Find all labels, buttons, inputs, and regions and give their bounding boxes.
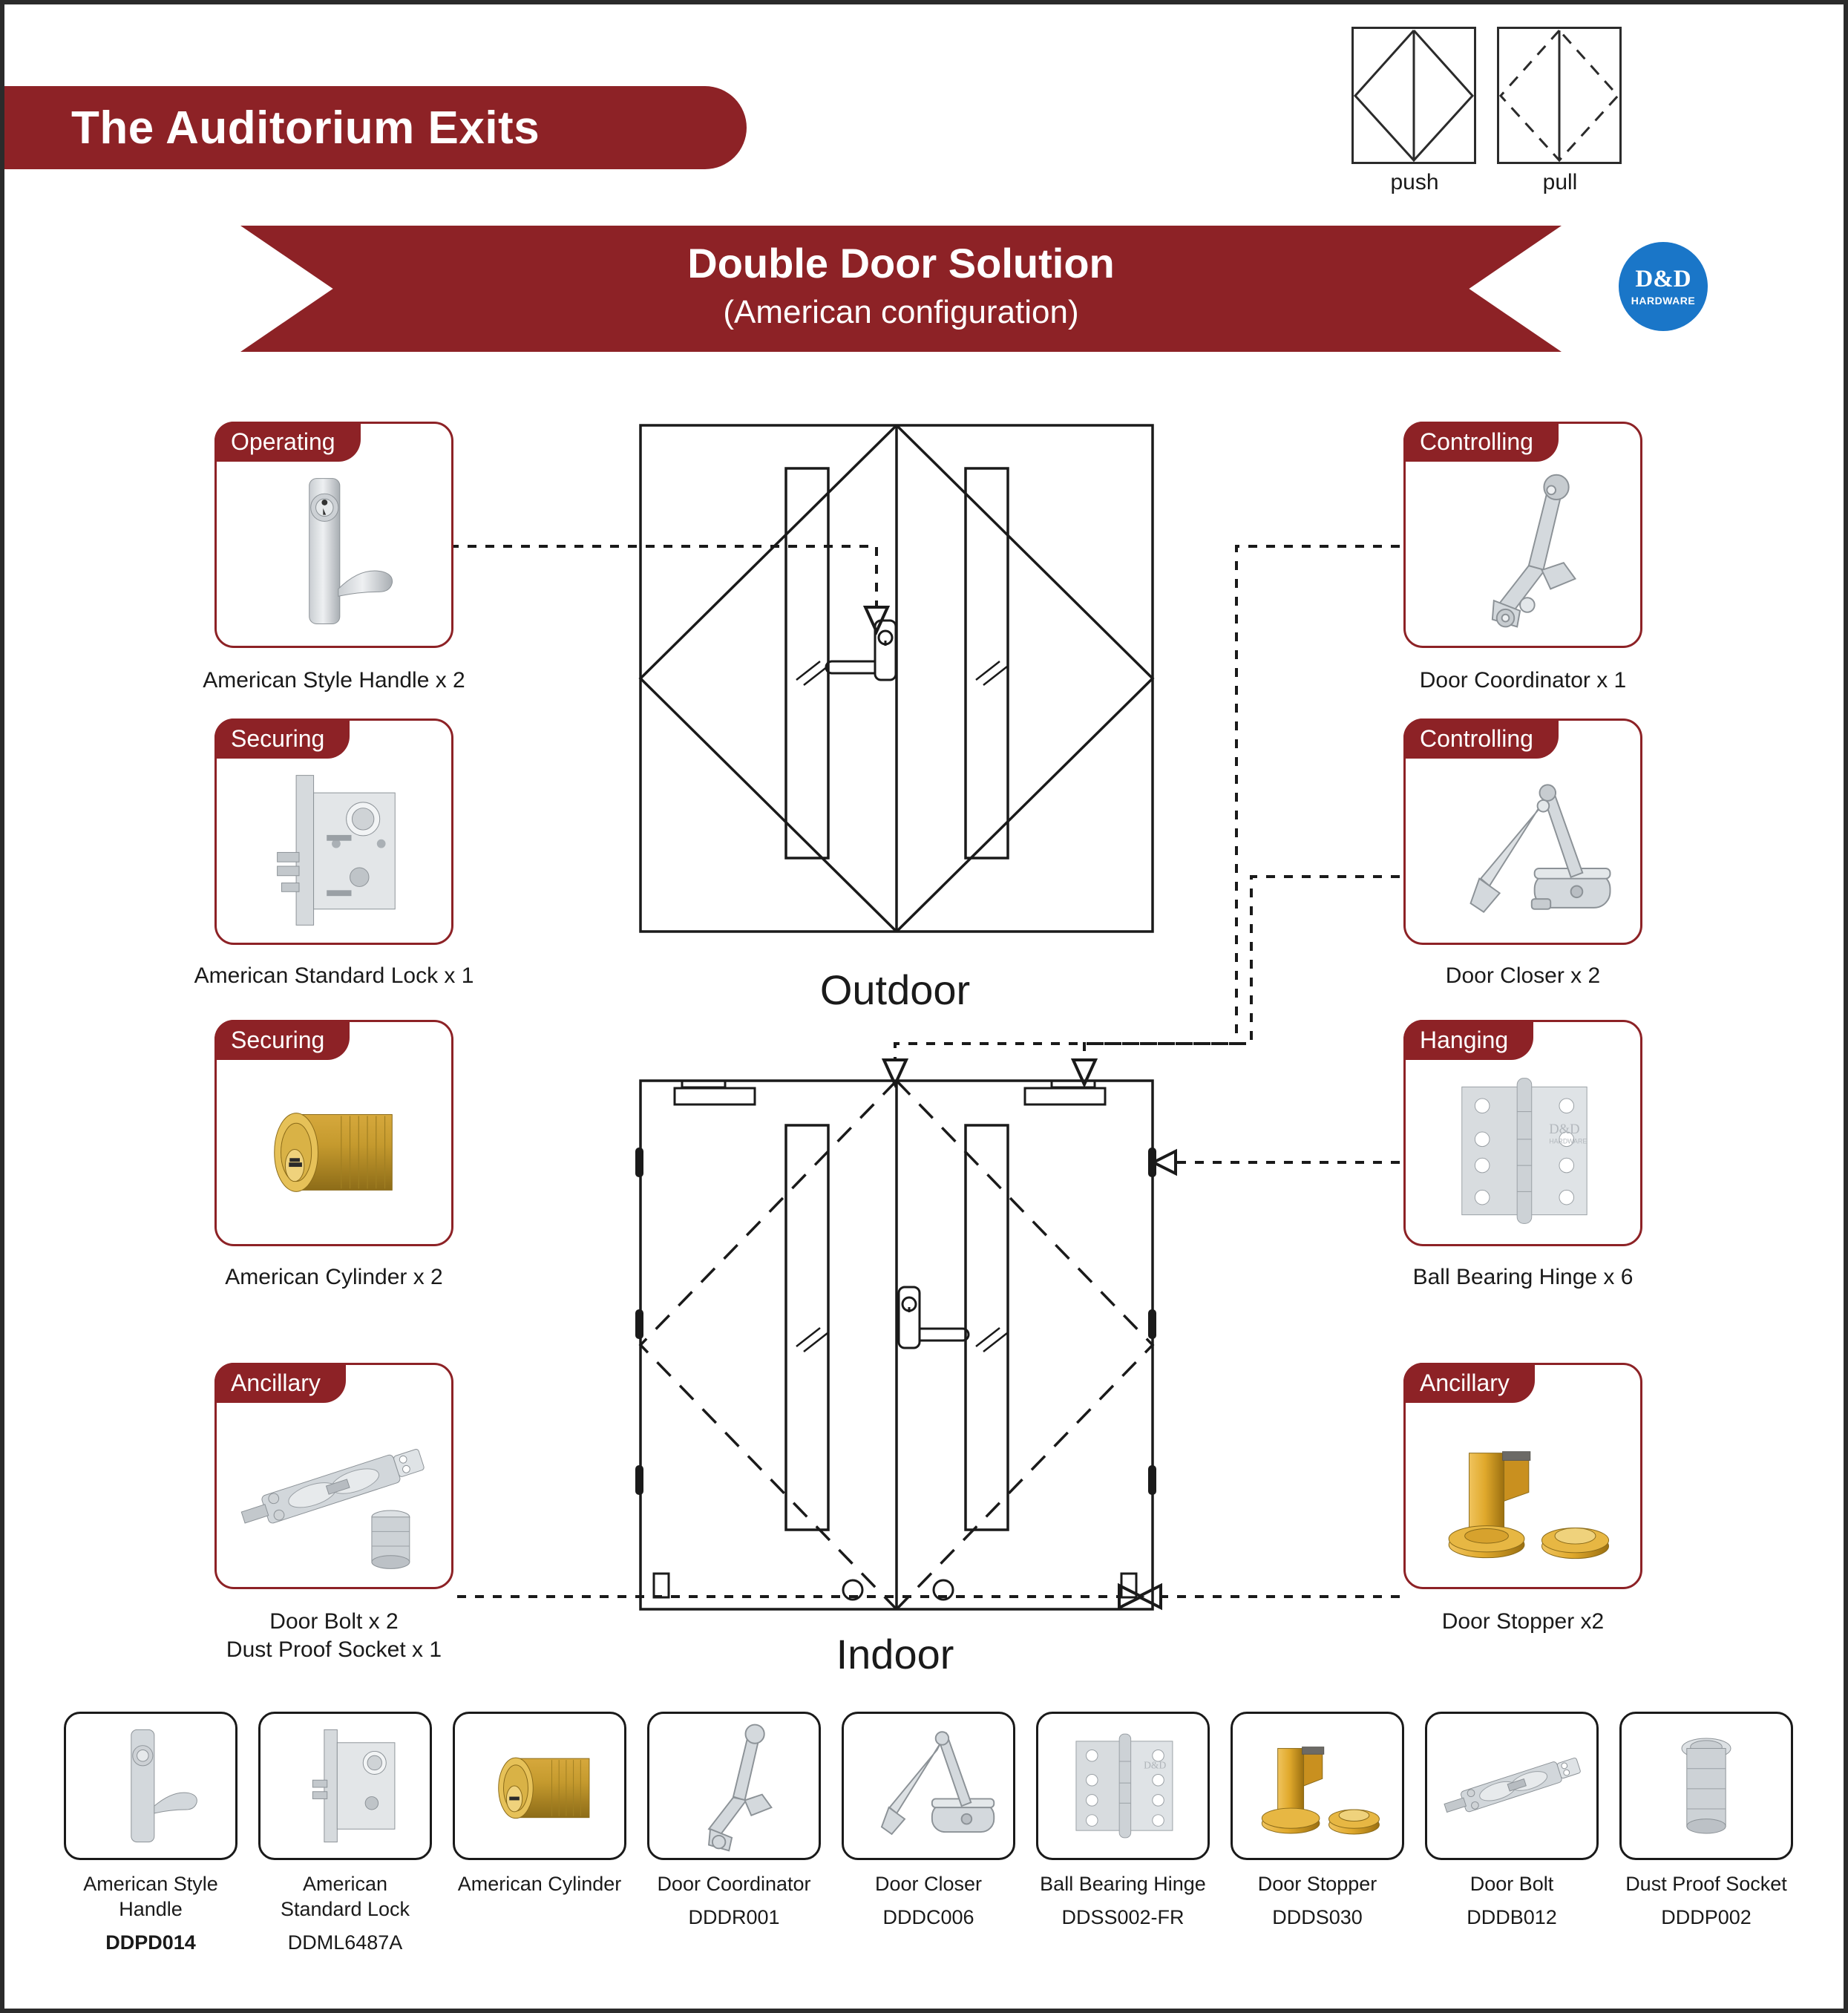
product-name: Door Closer [874,1873,983,1895]
product-thumb [453,1712,626,1860]
product-name: American Style Handle [83,1873,218,1920]
poster-page: The Auditorium Exits push pull Double Do… [0,0,1848,2013]
card-tag: Controlling [1403,422,1559,462]
card-caption: American Cylinder x 2 [225,1265,443,1289]
card-tag: Ancillary [1403,1363,1535,1403]
card-caption: Door Coordinator x 1 [1419,668,1627,693]
product-thumb [647,1712,821,1860]
ball-bearing-hinge-icon: D&D HARDWARE [1406,1064,1640,1238]
product-thumb: D&D [1036,1712,1210,1860]
card-tag: Operating [214,422,361,462]
door-bolt-icon [1444,1757,1581,1813]
card-tag: Ancillary [214,1363,346,1403]
card-door-bolt[interactable]: Ancillary [214,1363,453,1589]
handle-icon [131,1729,197,1843]
card-tag: Securing [214,719,350,759]
product-name: Ball Bearing Hinge [1040,1873,1206,1895]
product-card[interactable]: Door Coordinator DDDR001 [647,1712,821,1929]
card-ball-bearing-hinge[interactable]: Hanging D&D HARDWARE [1403,1020,1642,1246]
product-code: DDDC006 [882,1905,974,1928]
product-code: DDDB012 [1467,1905,1557,1928]
product-thumb [64,1712,237,1860]
dust-proof-socket-icon [1681,1738,1731,1834]
product-code: DDDS030 [1272,1905,1363,1928]
product-name: American Cylinder [457,1873,622,1895]
product-strip: American Style Handle DDPD014 American St… [64,1712,1793,2009]
svg-text:D&D: D&D [1144,1760,1166,1771]
product-code: DDSS002-FR [1061,1905,1185,1928]
product-thumb [842,1712,1015,1860]
card-american-standard-lock[interactable]: Securing [214,719,453,945]
product-card[interactable]: Door Stopper DDDS030 [1231,1712,1404,1929]
indoor-door-diagram [635,1079,1156,1611]
product-name: Door Bolt [1469,1873,1554,1895]
outdoor-label: Outdoor [819,966,971,1013]
ball-bearing-hinge-icon: D&D [1075,1733,1173,1839]
product-card[interactable]: D&D Ball Bearing Hinge DDSS002-FR [1036,1712,1210,1929]
card-american-cylinder[interactable]: Securing [214,1020,453,1246]
product-name: American Standard Lock [280,1873,410,1920]
product-thumb [1231,1712,1404,1860]
product-card[interactable]: Door Closer DDDC006 [842,1712,1015,1929]
product-card[interactable]: American Style Handle DDPD014 [64,1712,237,1954]
mortise-lock-icon [312,1729,396,1843]
product-thumb [258,1712,432,1860]
handle-icon [217,465,451,640]
product-name: Dust Proof Socket [1625,1873,1787,1895]
card-caption-secondary: Dust Proof Socket x 1 [226,1637,442,1662]
product-card[interactable]: American Cylinder [453,1712,626,1906]
product-code: DDDR001 [688,1905,780,1928]
product-code: DDDP002 [1661,1905,1752,1928]
door-stopper-icon [1261,1747,1380,1835]
card-american-style-handle[interactable]: Operating [214,422,453,648]
product-card[interactable]: Dust Proof Socket DDDP002 [1619,1712,1793,1929]
card-caption: American Style Handle x 2 [203,668,465,693]
card-caption: American Standard Lock x 1 [194,963,474,988]
product-card[interactable]: American Standard Lock DDML6487A [258,1712,432,1954]
product-name: Door Stopper [1257,1873,1377,1895]
cylinder-icon [498,1757,590,1819]
svg-text:D&D: D&D [1549,1122,1579,1137]
door-coordinator-icon [707,1724,773,1852]
mortise-lock-icon [217,762,451,937]
door-closer-icon [880,1731,995,1836]
product-card[interactable]: Door Bolt DDDB012 [1425,1712,1599,1929]
svg-text:HARDWARE: HARDWARE [1549,1138,1587,1145]
card-tag: Controlling [1403,719,1559,759]
card-door-closer[interactable]: Controlling [1403,719,1642,945]
card-caption: Door Closer x 2 [1445,963,1601,988]
product-code: DDPD014 [105,1931,196,1954]
card-tag: Securing [214,1020,350,1060]
card-door-coordinator[interactable]: Controlling [1403,422,1642,648]
cylinder-icon [217,1064,451,1238]
card-caption: Ball Bearing Hinge x 6 [1412,1265,1634,1289]
card-door-stopper[interactable]: Ancillary [1403,1363,1642,1589]
door-coordinator-icon [1406,465,1640,640]
door-bolt-icon [217,1407,451,1581]
card-caption: Door Stopper x2 [1441,1609,1605,1634]
product-name: Door Coordinator [657,1873,811,1895]
door-stopper-icon [1406,1407,1640,1581]
card-tag: Hanging [1403,1020,1534,1060]
indoor-label: Indoor [836,1631,954,1678]
product-code: DDML6487A [287,1931,403,1954]
product-thumb [1619,1712,1793,1860]
card-caption: Door Bolt x 2 [269,1609,399,1634]
outdoor-door-diagram [638,424,1155,933]
product-thumb [1425,1712,1599,1860]
door-closer-icon [1406,762,1640,937]
